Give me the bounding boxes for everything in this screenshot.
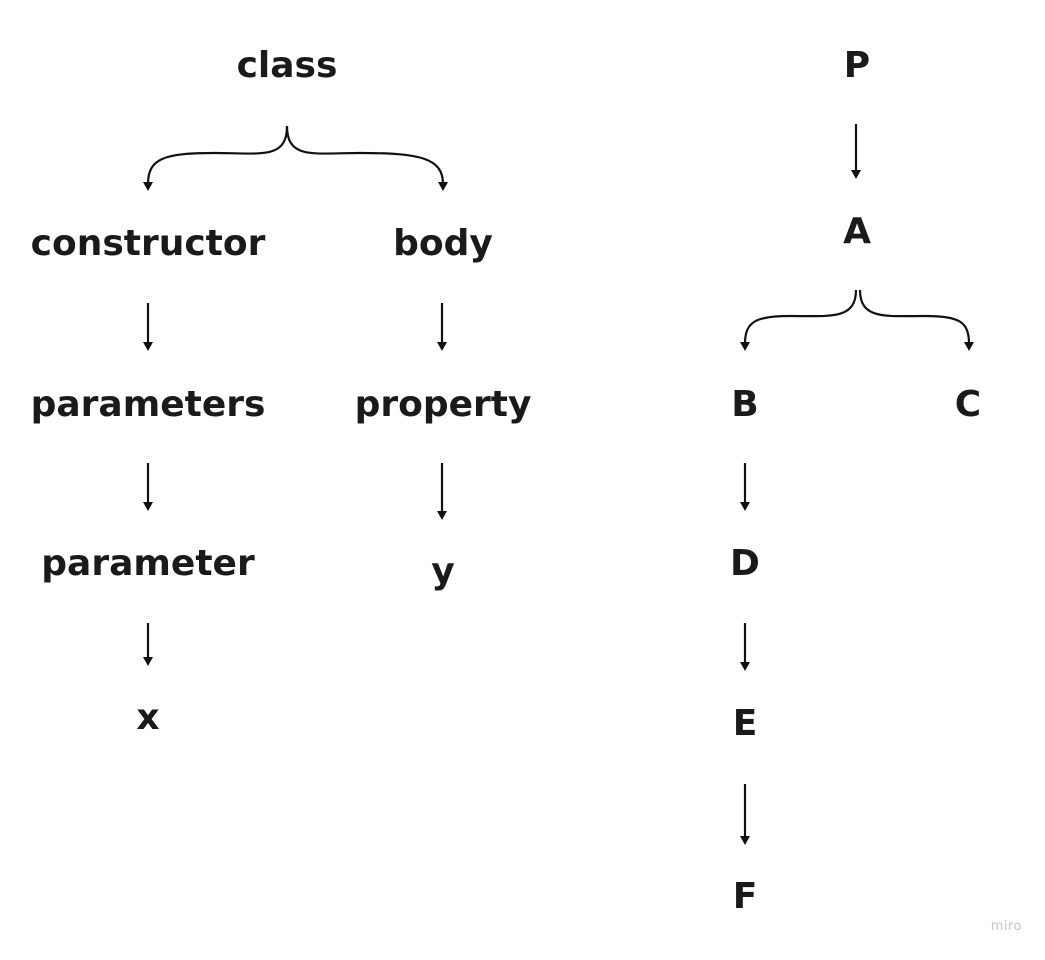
node-constructor: constructor	[30, 223, 266, 264]
node-y: y	[431, 551, 455, 592]
arrow-p-a	[851, 124, 861, 179]
brace-a-children	[740, 289, 974, 351]
connector-layer	[143, 124, 974, 845]
node-b: B	[731, 384, 759, 425]
node-body: body	[393, 223, 493, 264]
arrow-property-y	[437, 463, 447, 520]
diagram-canvas: class constructor body parameters proper…	[0, 0, 1045, 956]
node-p: P	[843, 45, 871, 86]
arrowhead-body	[438, 182, 448, 191]
arrow-parameters-parameter	[143, 463, 153, 511]
arrowhead-constructor	[143, 182, 153, 191]
node-e: E	[732, 703, 758, 744]
node-class: class	[236, 45, 338, 86]
node-parameters: parameters	[30, 384, 266, 425]
arrow-b-d	[740, 463, 750, 511]
miro-watermark: miro	[990, 919, 1022, 934]
arrowhead-b	[740, 342, 750, 351]
node-c: C	[954, 384, 982, 425]
arrow-constructor-parameters	[143, 303, 153, 351]
brace-class-children	[143, 125, 448, 191]
node-property: property	[354, 384, 532, 425]
node-f: F	[732, 876, 758, 917]
arrow-body-property	[437, 303, 447, 351]
node-x: x	[136, 697, 160, 738]
arrow-d-e	[740, 623, 750, 671]
node-d: D	[730, 543, 760, 584]
node-a: A	[843, 211, 871, 252]
node-parameter: parameter	[41, 543, 255, 584]
arrow-parameter-x	[143, 623, 153, 666]
arrow-e-f	[740, 784, 750, 845]
arrowhead-c	[964, 342, 974, 351]
